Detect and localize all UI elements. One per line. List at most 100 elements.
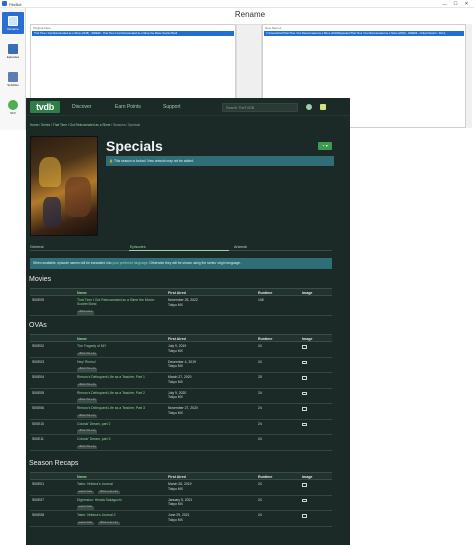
episode-id: S00E07 — [32, 497, 45, 502]
column-header-first-aired: First Aired — [168, 337, 186, 341]
episode-tag-badge: official OVA entry — [77, 383, 98, 388]
sidebar-item-sfv[interactable]: SFV — [2, 96, 24, 118]
episode-tag-badge: official OVA entry — [77, 368, 98, 372]
settings-gear-icon[interactable] — [306, 104, 312, 110]
column-header-runtime: Runtime — [258, 475, 273, 479]
episode-tag-badge: official OVA entry — [77, 445, 98, 450]
episode-name-link[interactable]: Hey! Rimiru! — [77, 360, 165, 364]
network-name: Tokyo MX — [168, 410, 183, 415]
episode-id: S00E02 — [32, 344, 45, 348]
episode-name-link[interactable]: Colossi' Dream, part 2 — [77, 422, 165, 426]
runtime-value: 24 — [258, 421, 262, 426]
image-icon[interactable] — [302, 345, 307, 349]
filebot-sidebar: Rename Episodes Subtitles SFV — [0, 8, 26, 130]
network-name: Tokyo MX — [168, 395, 183, 399]
new-name-row[interactable]: C:\Users\Artist\That Time I Got Reincarn… — [264, 31, 464, 36]
column-header-runtime: Runtime — [258, 291, 273, 295]
breadcrumb-home[interactable]: Home / Series / — [30, 123, 53, 127]
close-button[interactable]: ✕ — [461, 0, 472, 8]
section-title-movies: Movies — [29, 276, 52, 283]
sidebar-item-rename[interactable]: Rename — [2, 12, 24, 34]
image-icon[interactable] — [302, 498, 307, 502]
original-file-row[interactable]: That Time I Got Reincarnated as a Slime … — [32, 31, 234, 36]
column-header-first-aired: First Aired — [168, 291, 186, 295]
section-title-ovas: OVAs — [29, 322, 47, 329]
column-header-name: Name — [77, 291, 87, 295]
tab-artwork[interactable]: Artwork — [234, 245, 247, 249]
breadcrumb-series[interactable]: That Time I Got Reincarnated as a Slime — [53, 123, 111, 127]
episode-name-link[interactable]: Tales: Veldora's Journal — [77, 482, 165, 486]
episode-tag-badge: official recap entry — [98, 521, 120, 526]
window-titlebar: FileBot — ☐ ✕ — [0, 0, 474, 8]
sidebar-item-subtitles[interactable]: Subtitles — [2, 68, 24, 90]
column-header-image: Image — [302, 337, 313, 341]
table-row[interactable]: S00E03 Hey! Rimiru! official OVA entry Dece… — [30, 358, 332, 373]
runtime-value: 24 — [258, 359, 262, 364]
translation-notice: When available, episode names will be tr… — [30, 258, 332, 269]
nav-earn-points[interactable]: Earn Points — [115, 104, 141, 110]
preferred-language-link[interactable]: your preferred language — [112, 261, 147, 265]
table-row[interactable]: S00E08 Tales: Veldora's Journal 2 season f… — [30, 511, 332, 527]
table-row[interactable]: S00E01 Tales: Veldora's Journal season fin… — [30, 480, 332, 496]
table-row[interactable]: S00E11 Colossi' Dream, part 3 official OVA… — [30, 435, 332, 451]
image-icon[interactable] — [302, 376, 307, 380]
network-name: Tokyo MX — [168, 348, 183, 353]
right-scrollbar[interactable] — [466, 24, 472, 128]
search-input[interactable]: Search TheTVDB — [222, 103, 298, 112]
nav-discover[interactable]: Discover — [72, 104, 91, 110]
runtime-value: 25 — [258, 375, 262, 379]
minimize-button[interactable]: — — [439, 0, 450, 8]
image-icon[interactable] — [302, 483, 307, 487]
table-row[interactable]: S00E10 Colossi' Dream, part 2 official OVA… — [30, 420, 332, 435]
episode-tag-badge: official feature — [77, 311, 95, 315]
maximize-button[interactable]: ☐ — [450, 0, 461, 8]
notice-text: . Otherwise they will be shown using the… — [147, 261, 241, 265]
table-row[interactable]: S00E06 Rimuru's Delinquent Life as a Teac… — [30, 404, 332, 420]
episode-tag-badge: official OVA entry — [77, 399, 98, 403]
table-row[interactable]: S00E05 Rimuru's Delinquent Life as a Teac… — [30, 389, 332, 404]
breadcrumb: Home / Series / That Time I Got Reincarn… — [30, 123, 140, 127]
nav-support[interactable]: Support — [163, 104, 181, 110]
episode-name-link[interactable]: Rimuru's Delinquent Life as a Teacher, P… — [77, 375, 165, 379]
table-row[interactable]: S00E04 Rimuru's Delinquent Life as a Teac… — [30, 373, 332, 389]
episode-name-link[interactable]: That Time I Got Reincarnated as a Slime … — [77, 298, 165, 306]
table-row[interactable]: S00E07 Digression: Hinata Sakaguchi season… — [30, 496, 332, 511]
episode-name-link[interactable]: Digression: Hinata Sakaguchi — [77, 498, 165, 502]
episode-name-link[interactable]: The Tragedy of Mi? — [77, 344, 165, 348]
runtime-value: 24 — [258, 390, 262, 395]
notifications-icon[interactable] — [320, 104, 326, 110]
network-name: Tokyo MX — [168, 517, 183, 522]
tab-general[interactable]: General — [30, 245, 44, 249]
image-icon[interactable] — [302, 360, 307, 364]
episode-name-link[interactable]: Tales: Veldora's Journal 2 — [77, 513, 165, 517]
window-controls: — ☐ ✕ — [439, 0, 472, 8]
episode-id: S00E06 — [32, 406, 45, 410]
image-icon[interactable] — [302, 391, 307, 395]
sidebar-item-episodes[interactable]: Episodes — [2, 40, 24, 62]
movies-table: Name First Aired Runtime Image S00E09 That Ti… — [30, 288, 332, 316]
breadcrumb-season: / Seasons / Specials — [110, 123, 141, 127]
episode-name-link[interactable]: Rimuru's Delinquent Life as a Teacher, P… — [77, 391, 165, 395]
image-icon[interactable] — [302, 422, 307, 426]
table-row[interactable]: S00E09 That Time I Got Reincarnated as a … — [30, 296, 332, 316]
table-row[interactable]: S00E02 The Tragedy of Mi? official OVA ent… — [30, 342, 332, 358]
column-header-image: Image — [302, 475, 313, 479]
sidebar-item-label: SFV — [10, 110, 16, 115]
image-icon[interactable] — [302, 514, 307, 518]
runtime-value: 108 — [258, 298, 264, 302]
recaps-table: Name First Aired Runtime Image S00E01 Tales: … — [30, 472, 332, 527]
episode-id: S00E11 — [32, 437, 44, 441]
original-files-header: Original Files — [33, 26, 51, 30]
episode-name-link[interactable]: Rimuru's Delinquent Life as a Teacher, P… — [77, 406, 165, 410]
new-names-header: New Names — [265, 26, 282, 30]
image-icon[interactable] — [302, 407, 307, 411]
episode-name-link[interactable]: Colossi' Dream, part 3 — [77, 437, 165, 441]
episode-tag-badge: season finale — [77, 490, 94, 495]
tab-episodes[interactable]: Episodes — [130, 245, 146, 249]
tvdb-logo[interactable]: tvdb — [30, 101, 60, 113]
episode-id: S00E05 — [32, 390, 45, 395]
table-header: Name First Aired Runtime Image — [30, 288, 332, 296]
add-artwork-button[interactable]: + ▾ — [318, 142, 332, 150]
runtime-value: 24 — [258, 497, 262, 502]
season-poster-image — [30, 136, 98, 236]
